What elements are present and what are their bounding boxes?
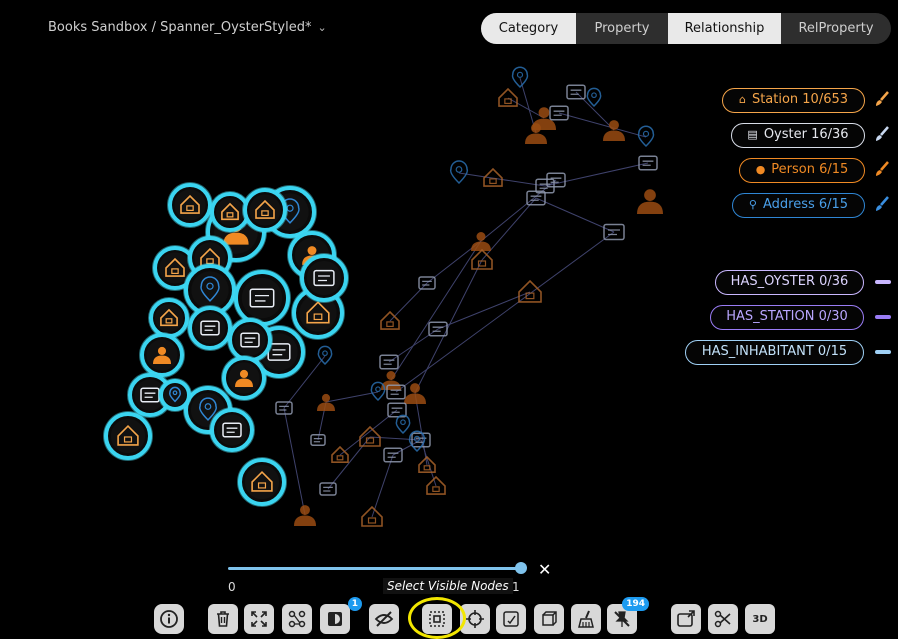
count-badge: 194 xyxy=(622,597,649,611)
graph-layout-icon xyxy=(288,610,306,628)
legend-oyster[interactable]: ▤ Oyster 16/36 xyxy=(731,123,865,148)
address-node[interactable] xyxy=(511,66,529,89)
slider-max-label: 1 xyxy=(512,580,520,594)
station-node-selected[interactable] xyxy=(103,411,153,461)
crosshair-icon xyxy=(466,610,484,628)
edge-color-swatch xyxy=(875,315,891,319)
edge-color-swatch xyxy=(875,350,891,354)
select-box-icon xyxy=(503,611,519,627)
address-node[interactable] xyxy=(637,125,655,148)
info-icon xyxy=(160,610,178,628)
person-node[interactable] xyxy=(317,393,335,411)
slider-min-label: 0 xyxy=(228,580,236,594)
legend-station-label: Station 10/653 xyxy=(751,92,849,107)
3d-toggle-icon: 3D xyxy=(752,613,768,625)
station-node-selected[interactable] xyxy=(167,182,213,228)
trash-icon xyxy=(217,611,229,627)
station-node-selected[interactable] xyxy=(148,297,190,339)
layout-button[interactable] xyxy=(282,604,312,634)
screen-share-button[interactable] xyxy=(671,604,701,634)
legend-address-label: Address 6/15 xyxy=(762,197,849,212)
unpin-icon xyxy=(614,611,630,627)
info-button[interactable] xyxy=(154,604,184,634)
oyster-node-selected[interactable] xyxy=(233,269,291,327)
fit-to-screen-button[interactable] xyxy=(244,604,274,634)
person-node-selected[interactable] xyxy=(139,332,185,378)
select-box-button[interactable] xyxy=(496,604,526,634)
oyster-node-selected[interactable] xyxy=(299,253,349,303)
legend-person[interactable]: ● Person 6/15 xyxy=(739,158,865,183)
oyster-node-selected[interactable] xyxy=(187,305,233,351)
contrast-button[interactable]: 1 xyxy=(320,597,362,634)
location-pin-icon: ⚲ xyxy=(748,198,757,211)
cut-button[interactable] xyxy=(708,604,738,634)
person-node[interactable] xyxy=(637,189,663,214)
hide-icon xyxy=(374,611,394,627)
filter-slider-track[interactable] xyxy=(228,567,521,570)
station-node-selected[interactable] xyxy=(242,187,288,233)
oyster-card-icon: ▤ xyxy=(747,128,758,141)
contrast-icon xyxy=(328,612,342,626)
address-node[interactable] xyxy=(586,87,602,108)
legend-address[interactable]: ⚲ Address 6/15 xyxy=(732,193,865,218)
scissors-icon xyxy=(714,610,731,628)
person-node[interactable] xyxy=(294,505,316,526)
broom-icon xyxy=(578,610,594,628)
brush-icon[interactable] xyxy=(874,126,890,142)
address-node[interactable] xyxy=(370,381,386,402)
hide-button[interactable] xyxy=(369,604,399,634)
highlight-ring xyxy=(408,597,466,639)
address-node-selected[interactable] xyxy=(158,378,192,412)
edge-color-swatch xyxy=(875,280,891,284)
3d-toggle-button[interactable]: 3D xyxy=(745,604,775,634)
legend-oyster-label: Oyster 16/36 xyxy=(763,127,849,142)
count-badge: 1 xyxy=(347,597,362,611)
address-node[interactable] xyxy=(395,414,411,435)
delete-button[interactable] xyxy=(208,604,238,634)
clean-button[interactable] xyxy=(571,604,601,634)
screen-share-icon xyxy=(677,610,695,627)
filter-slider-thumb[interactable] xyxy=(515,562,527,574)
person-node-selected[interactable] xyxy=(221,355,267,401)
close-icon[interactable]: ✕ xyxy=(538,560,551,579)
station-node-selected[interactable] xyxy=(237,457,287,507)
expand-icon xyxy=(251,611,267,627)
unpin-button[interactable]: 194 xyxy=(607,597,649,634)
address-node[interactable] xyxy=(449,160,469,185)
tooltip: Select Visible Nodes xyxy=(383,578,513,594)
legend-has-inhabitant[interactable]: HAS_INHABITANT 0/15 xyxy=(685,340,864,365)
frame-button[interactable] xyxy=(534,604,564,634)
legend-person-label: Person 6/15 xyxy=(771,162,849,177)
legend-has-station[interactable]: HAS_STATION 0/30 xyxy=(710,305,864,330)
oyster-node-selected[interactable] xyxy=(209,407,255,453)
legend-station[interactable]: ⌂ Station 10/653 xyxy=(722,88,865,113)
station-node[interactable] xyxy=(498,87,518,107)
legend-has-oyster[interactable]: HAS_OYSTER 0/36 xyxy=(715,270,864,295)
station-icon: ⌂ xyxy=(738,93,746,106)
person-node[interactable] xyxy=(404,383,426,404)
person-icon: ● xyxy=(755,163,766,176)
brush-icon[interactable] xyxy=(874,161,890,177)
brush-icon[interactable] xyxy=(874,196,890,212)
cube-frame-icon xyxy=(542,611,557,626)
brush-icon[interactable] xyxy=(874,91,890,107)
